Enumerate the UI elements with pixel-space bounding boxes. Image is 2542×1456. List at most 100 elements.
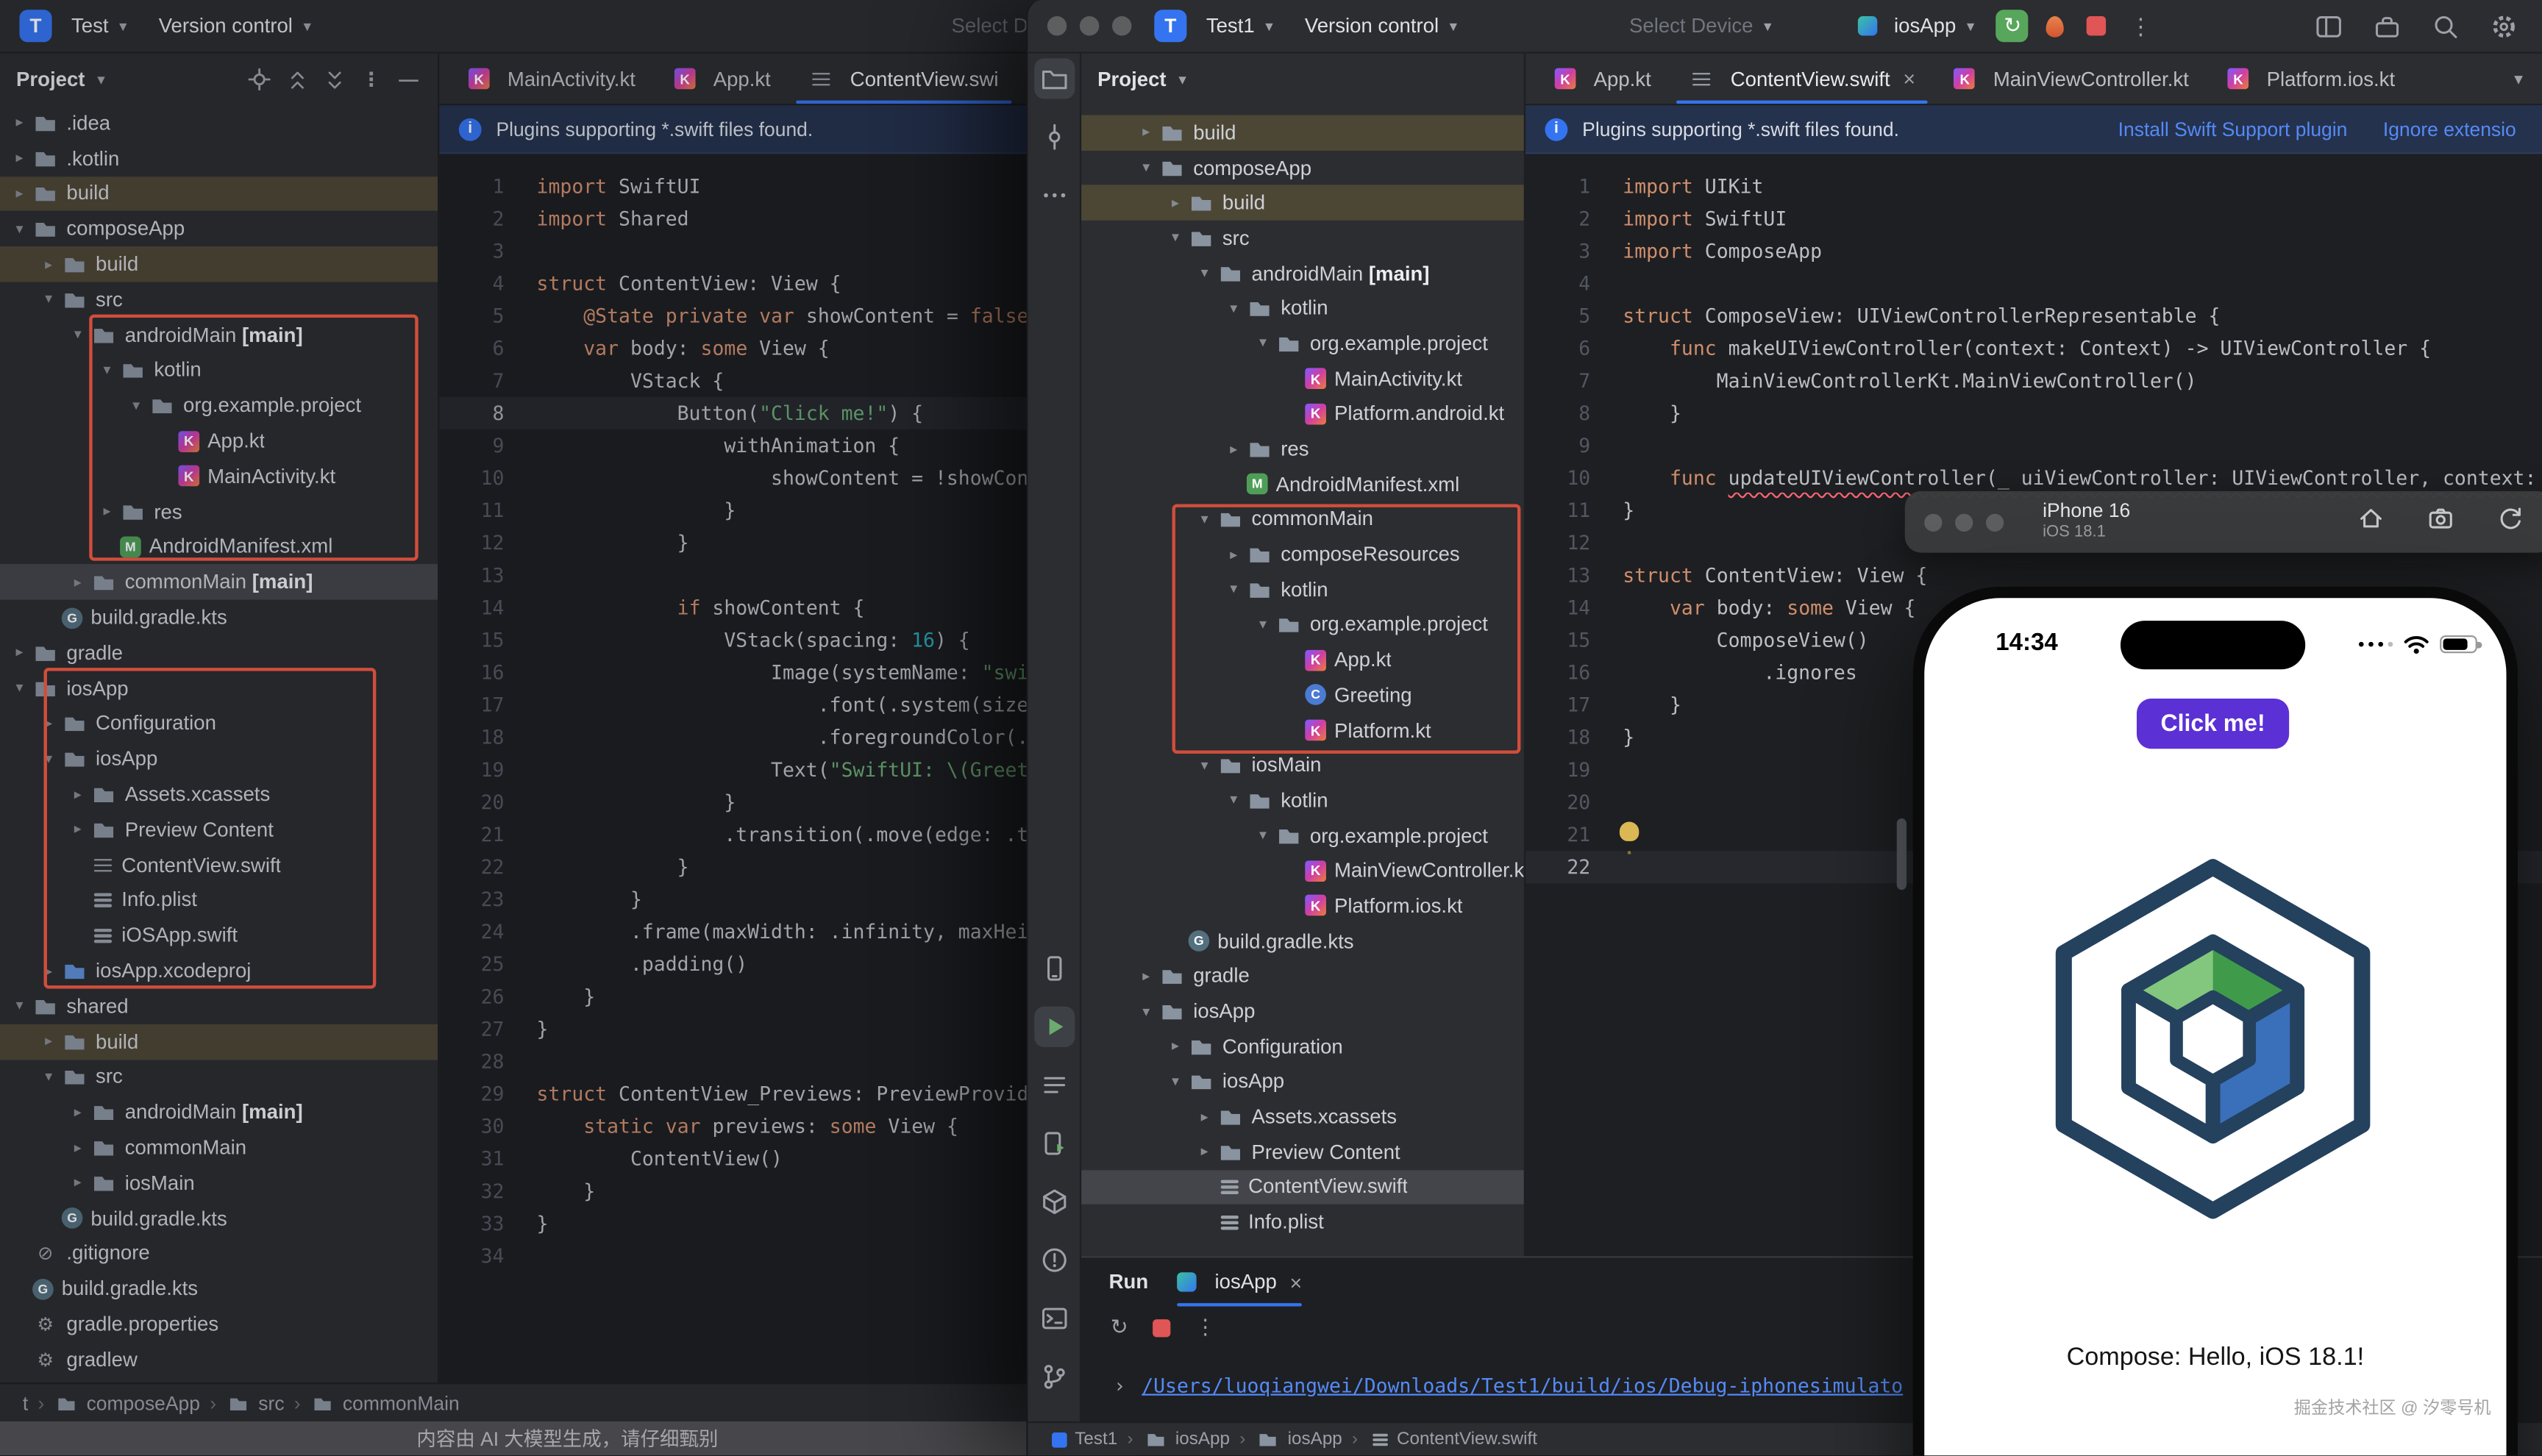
screenshot-camera-icon[interactable] — [2427, 504, 2454, 539]
vcs-menu[interactable]: Version control▼ — [149, 8, 323, 43]
minimize-window-button[interactable] — [1080, 16, 1099, 35]
tree-item-build[interactable]: ▸build — [0, 176, 438, 211]
banner-action-ignore-extensio[interactable]: Ignore extensio — [2383, 118, 2516, 140]
chevron-right-icon[interactable]: ▸ — [1133, 967, 1159, 985]
breadcrumb-item-iosapp[interactable]: iosApp — [1256, 1427, 1342, 1452]
chevron-down-icon[interactable]: ▾ — [65, 326, 90, 343]
vcs-menu[interactable]: Version control▼ — [1295, 8, 1470, 43]
tree-item-idea[interactable]: ▸.idea — [0, 105, 438, 140]
breadcrumb-item-iosapp[interactable]: iosApp — [1143, 1427, 1230, 1452]
chevron-down-icon[interactable]: ▾ — [1192, 757, 1217, 774]
editor-tab-mainactivity-kt[interactable]: KMainActivity.kt — [449, 54, 655, 104]
tree-item-commonmain-main[interactable]: ▸commonMain [main] — [0, 565, 438, 600]
chevron-down-icon[interactable]: ▾ — [1192, 510, 1217, 528]
tree-item-composeapp[interactable]: ▾composeApp — [0, 211, 438, 246]
project-panel-header[interactable]: Project ▼ — [1081, 54, 1524, 106]
tree-item-configuration[interactable]: ▸Configuration — [0, 706, 438, 741]
tree-item-iosapp[interactable]: ▾iosApp — [1081, 1064, 1524, 1099]
chevron-down-icon[interactable]: ▾ — [35, 290, 61, 308]
chevron-down-icon[interactable]: ▾ — [35, 750, 61, 768]
close-icon[interactable]: × — [1289, 1270, 1302, 1294]
tree-item-app-kt[interactable]: KApp.kt — [1081, 643, 1524, 678]
collapse-all-icon[interactable] — [321, 66, 346, 92]
chevron-down-icon[interactable]: ▾ — [7, 220, 32, 238]
more-actions-icon[interactable]: ⋮ — [2123, 13, 2158, 40]
tree-item-build[interactable]: ▸build — [0, 246, 438, 282]
chevron-right-icon[interactable]: ▸ — [35, 1032, 61, 1050]
tree-item-shared[interactable]: ▾shared — [0, 988, 438, 1024]
toolbox-icon[interactable] — [2367, 7, 2406, 46]
chevron-down-icon[interactable]: ▾ — [94, 361, 120, 379]
stop-button[interactable] — [2081, 10, 2113, 42]
tree-item-build-gradle-kts[interactable]: Gbuild.gradle.kts — [0, 1201, 438, 1236]
chevron-down-icon[interactable]: ▾ — [1192, 264, 1217, 282]
tree-item-iosapp-swift[interactable]: iOSApp.swift — [0, 918, 438, 953]
run-tab-iosapp[interactable]: iosApp × — [1178, 1257, 1302, 1306]
stop-icon[interactable] — [1153, 1318, 1170, 1336]
breadcrumb-item-commonmain[interactable]: commonMain — [310, 1390, 460, 1416]
project-app-icon[interactable]: T — [1154, 10, 1186, 42]
chevron-right-icon[interactable]: ▸ — [65, 1103, 90, 1121]
rerun-icon[interactable]: ↻ — [1111, 1315, 1128, 1341]
tree-item-composeapp[interactable]: ▾composeApp — [1081, 150, 1524, 185]
vcs-tool-icon[interactable] — [1033, 117, 1074, 157]
tree-item-app-kt[interactable]: KApp.kt — [0, 424, 438, 459]
tree-item-androidmain-main[interactable]: ▸androidMain [main] — [0, 1094, 438, 1130]
device-tool-icon[interactable] — [1033, 948, 1074, 988]
tree-item-platform-android-kt[interactable]: KPlatform.android.kt — [1081, 396, 1524, 432]
tree-item-assets-xcassets[interactable]: ▸Assets.xcassets — [0, 777, 438, 812]
tree-item-platform-kt[interactable]: KPlatform.kt — [1081, 713, 1524, 748]
expand-all-icon[interactable] — [284, 66, 310, 92]
chevron-right-icon[interactable]: ▸ — [1221, 546, 1247, 563]
tree-item-composeresources[interactable]: ▸composeResources — [1081, 537, 1524, 572]
chevron-down-icon[interactable]: ▾ — [1133, 159, 1159, 176]
tree-item-greeting[interactable]: CGreeting — [1081, 677, 1524, 713]
tree-item-configuration[interactable]: ▸Configuration — [1081, 1029, 1524, 1064]
tree-item-kotlin[interactable]: ▸.kotlin — [0, 140, 438, 176]
git-tool-icon[interactable] — [1033, 1357, 1074, 1397]
more-options-icon[interactable]: ⋮ — [358, 66, 384, 92]
tree-item-androidmain-main[interactable]: ▾androidMain [main] — [0, 318, 438, 353]
tree-item-gradle[interactable]: ▸gradle — [1081, 959, 1524, 994]
tree-item-mainactivity-kt[interactable]: KMainActivity.kt — [1081, 361, 1524, 396]
console-fold-chevron[interactable]: › — [1114, 1374, 1125, 1396]
chevron-down-icon[interactable]: ▾ — [1221, 299, 1247, 317]
tree-item-info-plist[interactable]: Info.plist — [0, 882, 438, 918]
tree-item-assets-xcassets[interactable]: ▸Assets.xcassets — [1081, 1099, 1524, 1135]
chevron-down-icon[interactable]: ▾ — [1221, 791, 1247, 809]
rerun-button[interactable]: ↻ — [1996, 10, 2029, 42]
tree-item-preview-content[interactable]: ▸Preview Content — [0, 812, 438, 847]
profiler-button[interactable] — [2039, 10, 2071, 42]
editor-tab-app-kt[interactable]: KApp.kt — [655, 54, 790, 104]
tree-item-commonmain[interactable]: ▾commonMain — [1081, 502, 1524, 537]
settings-icon[interactable] — [2484, 7, 2523, 46]
breadcrumb-item-t[interactable]: t — [23, 1391, 28, 1414]
tree-item-org-example-project[interactable]: ▾org.example.project — [1081, 818, 1524, 854]
run-config-selector[interactable]: iosApp ▼ — [1848, 8, 1987, 43]
todo-tool-icon[interactable] — [1033, 1065, 1074, 1105]
editor-tab-platform-ios-kt[interactable]: KPlatform.ios.kt — [2208, 54, 2414, 104]
tree-item-kotlin[interactable]: ▾kotlin — [1081, 783, 1524, 818]
project-menu[interactable]: Test1▼ — [1197, 8, 1286, 43]
tree-item-gradlew[interactable]: ⚙gradlew — [0, 1342, 438, 1377]
chevron-right-icon[interactable]: ▸ — [65, 1138, 90, 1156]
editor-scrollbar-thumb[interactable] — [1897, 818, 1906, 890]
tree-item-platform-ios-kt[interactable]: KPlatform.ios.kt — [1081, 888, 1524, 924]
chevron-right-icon[interactable]: ▸ — [65, 821, 90, 838]
tree-item-build[interactable]: ▸build — [0, 1024, 438, 1059]
close-window-button[interactable] — [1924, 513, 1942, 531]
chevron-down-icon[interactable]: ▾ — [1250, 615, 1275, 633]
chevron-down-icon[interactable]: ▾ — [1250, 827, 1275, 844]
breadcrumb-item-test1[interactable]: Test1 — [1050, 1430, 1117, 1449]
more-tool-icon[interactable] — [1033, 175, 1074, 215]
chevron-down-icon[interactable]: ▾ — [124, 396, 149, 414]
tree-item-org-example-project[interactable]: ▾org.example.project — [1081, 326, 1524, 361]
tree-item-iosmain[interactable]: ▾iosMain — [1081, 748, 1524, 783]
minimize-window-button[interactable] — [1955, 513, 1973, 531]
hide-panel-icon[interactable]: — — [396, 66, 421, 92]
tree-item-org-example-project[interactable]: ▾org.example.project — [0, 388, 438, 424]
search-icon[interactable] — [2425, 7, 2464, 46]
project-panel-header[interactable]: Project ▼ ⋮ — — [0, 54, 438, 106]
chevron-down-icon[interactable]: ▾ — [7, 679, 32, 697]
chevron-right-icon[interactable]: ▸ — [35, 255, 61, 273]
